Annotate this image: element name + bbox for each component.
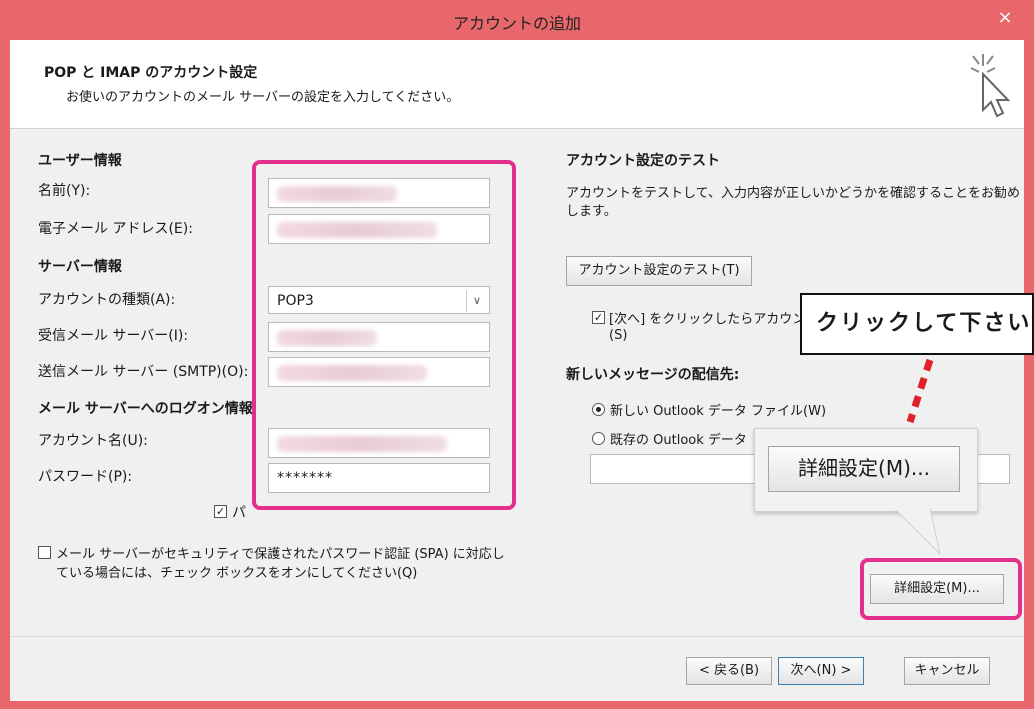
name-label: 名前(Y):: [38, 183, 91, 199]
test-desc-line1: アカウントをテストして、入力内容が正しいかどうかを確認することをお勧め: [566, 186, 1020, 201]
page-subtitle: お使いのアカウントのメール サーバーの設定を入力してください。: [66, 90, 460, 105]
incoming-server-label: 受信メール サーバー(I):: [38, 328, 189, 344]
user-info-heading: ユーザー情報: [38, 153, 122, 169]
page-title: POP と IMAP のアカウント設定: [44, 65, 258, 81]
account-name-label: アカウント名(U):: [38, 433, 148, 449]
wizard-header: [10, 40, 1024, 129]
spa-checkbox[interactable]: [38, 546, 51, 559]
existing-data-file-radio[interactable]: [592, 432, 605, 445]
logon-info-heading: メール サーバーへのログオン情報: [38, 401, 253, 417]
more-settings-zoomed-button: 詳細設定(M)...: [768, 446, 960, 492]
close-button[interactable]: ×: [984, 4, 1026, 32]
back-button[interactable]: < 戻る(B): [686, 657, 772, 685]
test-heading: アカウント設定のテスト: [566, 153, 720, 169]
password-label: パスワード(P):: [38, 469, 133, 485]
fields-highlight: [252, 160, 516, 510]
zoom-pointer: [893, 508, 941, 556]
remember-password-label: パ: [232, 505, 246, 521]
existing-data-file-label: 既存の Outlook データ: [610, 433, 747, 448]
bottom-button-bar: [10, 636, 1024, 701]
spa-label-line1: メール サーバーがセキュリティで保護されたパスワード認証 (SPA) に対応し: [56, 547, 505, 562]
window-title: アカウントの追加: [452, 14, 581, 33]
cursor-click-icon: [970, 54, 1011, 118]
remember-password-checkbox[interactable]: ✓: [214, 505, 227, 518]
new-data-file-label: 新しい Outlook データ ファイル(W): [610, 404, 827, 419]
dashed-arrow: [906, 358, 934, 424]
auto-test-label-line2: (S): [609, 328, 628, 343]
delivery-heading: 新しいメッセージの配信先:: [566, 367, 740, 383]
cancel-button[interactable]: キャンセル: [904, 657, 990, 685]
auto-test-checkbox[interactable]: ✓: [592, 311, 605, 324]
test-desc-line2: します。: [566, 204, 617, 219]
instruction-callout: クリックして下さい: [800, 293, 1034, 355]
email-label: 電子メール アドレス(E):: [38, 221, 193, 237]
more-settings-highlight: [860, 558, 1022, 620]
next-button[interactable]: 次へ(N) >: [778, 657, 864, 685]
account-type-label: アカウントの種類(A):: [38, 292, 176, 308]
spa-label-line2: ている場合には、チェック ボックスをオンにしてください(Q): [56, 566, 418, 581]
new-data-file-radio[interactable]: [592, 403, 605, 416]
server-info-heading: サーバー情報: [38, 259, 122, 275]
outgoing-server-label: 送信メール サーバー (SMTP)(O):: [38, 364, 249, 380]
test-account-button[interactable]: アカウント設定のテスト(T): [566, 256, 752, 286]
auto-test-label-line1: [次へ] をクリックしたらアカウント: [609, 312, 819, 327]
